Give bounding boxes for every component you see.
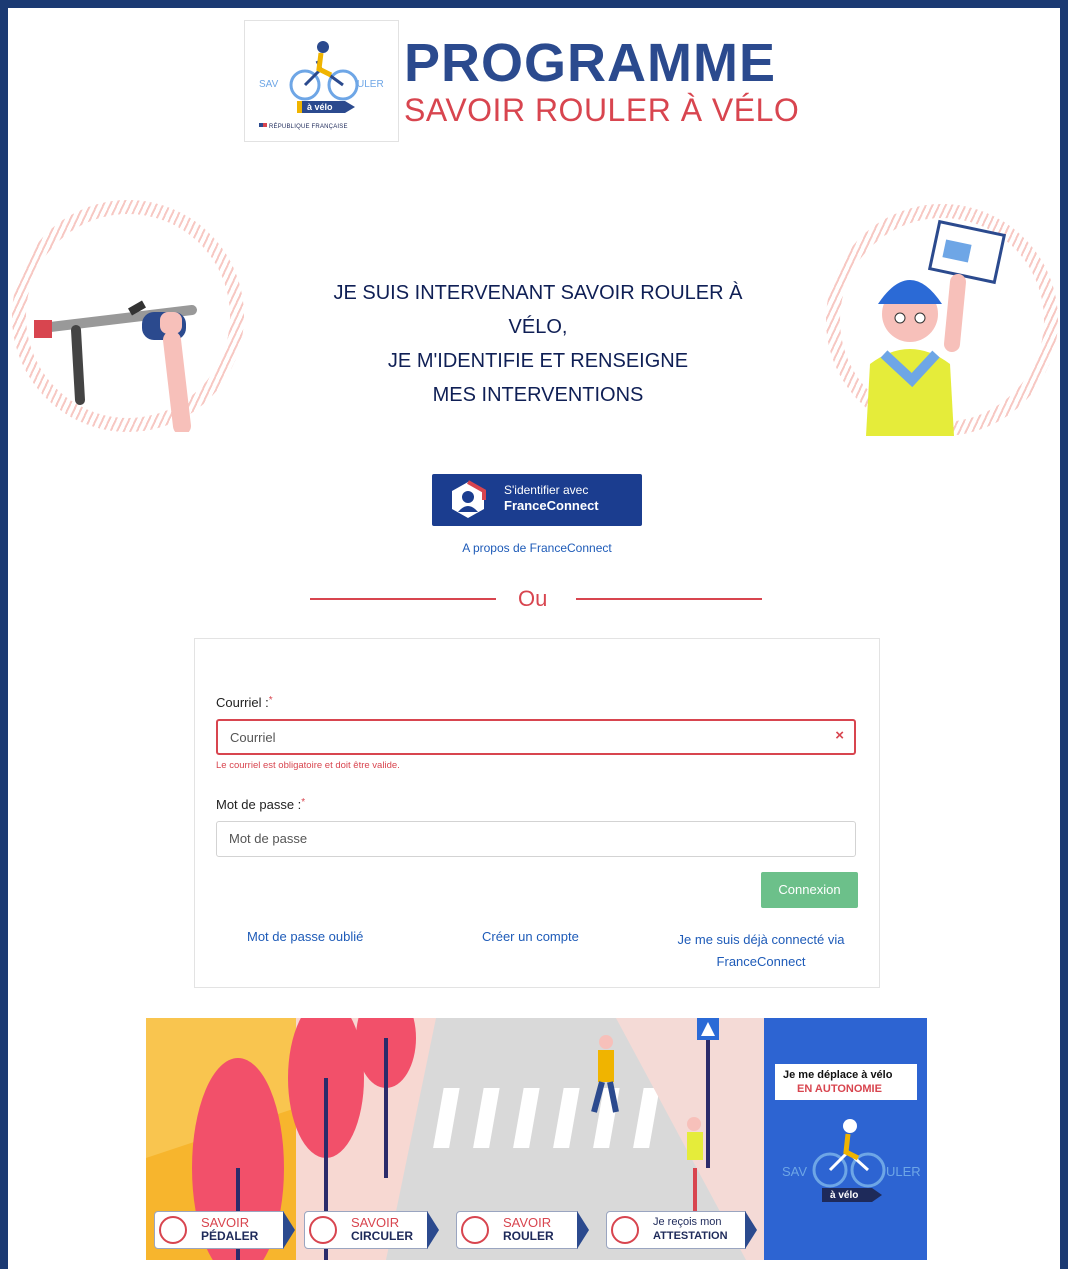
panel-logo-right: ULER	[886, 1164, 921, 1179]
franceconnect-logo-icon	[452, 480, 486, 518]
required-marker: *	[301, 797, 306, 808]
logo-badge: à vélo	[307, 102, 333, 112]
badge-bottom-text: ATTESTATION	[653, 1230, 728, 1242]
page: SAV ULER à vélo RÉPUBLIQUE FRANÇAISE PRO…	[8, 8, 1060, 1269]
already-franceconnect-link[interactable]: Je me suis déjà connecté via FranceConnec…	[655, 929, 867, 973]
logo-republique: RÉPUBLIQUE FRANÇAISE	[269, 124, 348, 130]
cyclist-icon	[309, 1216, 337, 1244]
cyclist-logo-icon	[812, 1119, 886, 1202]
hero-line: VÉLO,	[508, 316, 568, 338]
badge-top-text: SAVOIR	[503, 1215, 552, 1230]
logo-text-left: SAV	[259, 79, 279, 90]
badge-bottom-text: PÉDALER	[201, 1229, 259, 1243]
autonomy-line2: EN AUTONOMIE	[797, 1083, 882, 1095]
franceconnect-button-line2: FranceConnect	[504, 498, 599, 513]
step-badge-attestation: Je reçois mon ATTESTATION	[606, 1211, 757, 1249]
bike-handlebar-icon	[34, 300, 197, 432]
franceconnect-button[interactable]: S'identifier avec FranceConnect	[432, 474, 642, 526]
road-sign-icon	[461, 1216, 489, 1244]
step-badge-rouler: SAVOIR ROULER	[456, 1211, 589, 1249]
separator-right	[576, 598, 762, 600]
certificate-icon	[611, 1216, 639, 1244]
hero-heading: JE SUIS INTERVENANT SAVOIR ROULER À VÉLO…	[278, 276, 798, 412]
page-subtitle: SAVOIR ROULER À VÉLO	[404, 92, 800, 128]
badge-top-text: SAVOIR	[351, 1215, 400, 1230]
create-account-link[interactable]: Créer un compte	[482, 929, 579, 944]
panel-logo-badge: à vélo	[830, 1190, 859, 1201]
separator-text: Ou	[518, 586, 548, 611]
forgot-password-link[interactable]: Mot de passe oublié	[247, 929, 363, 944]
hero-line: MES INTERVENTIONS	[432, 384, 644, 406]
separator-left	[310, 598, 496, 600]
badge-top-text: SAVOIR	[201, 1215, 250, 1230]
instructor-icon	[866, 219, 1007, 436]
email-error-message: Le courriel est obligatoire et doit être…	[216, 760, 400, 771]
badge-bottom-text: CIRCULER	[351, 1229, 413, 1243]
email-field[interactable]	[218, 721, 842, 753]
password-label: Mot de passe :*	[216, 797, 305, 812]
email-label-text: Courriel :	[216, 695, 269, 710]
already-franceconnect-line2: FranceConnect	[716, 954, 806, 969]
no-training-wheels-icon	[159, 1216, 187, 1244]
autonomy-badge: Je me déplace à vélo EN AUTONOMIE	[775, 1064, 917, 1100]
step-badge-circuler: SAVOIR CIRCULER	[304, 1211, 439, 1249]
password-field-wrapper	[216, 821, 856, 857]
required-marker: *	[268, 695, 273, 706]
logo-text-right: ULER	[357, 79, 384, 90]
badge-top-text: Je reçois mon	[653, 1216, 722, 1228]
clear-email-icon[interactable]: ×	[835, 727, 844, 744]
login-form: Courriel :* × Le courriel est obligatoir…	[194, 638, 880, 988]
autonomy-panel: SAV ULER à vélo	[764, 1018, 927, 1260]
hero-line: JE SUIS INTERVENANT SAVOIR ROULER À	[333, 282, 743, 304]
franceconnect-button-line1: S'identifier avec	[504, 483, 589, 497]
badge-bottom-text: ROULER	[503, 1229, 554, 1243]
autonomy-line1: Je me déplace à vélo	[783, 1069, 893, 1081]
password-field[interactable]	[217, 822, 841, 854]
login-button[interactable]: Connexion	[761, 872, 858, 908]
panel-logo-left: SAV	[782, 1164, 808, 1179]
email-label: Courriel :*	[216, 695, 273, 710]
page-title: PROGRAMME	[404, 33, 776, 93]
email-field-wrapper: ×	[216, 719, 856, 755]
about-franceconnect-link[interactable]: A propos de FranceConnect	[432, 541, 642, 555]
handlebar-illustration	[12, 200, 244, 432]
already-franceconnect-line1: Je me suis déjà connecté via	[677, 932, 845, 947]
password-label-text: Mot de passe :	[216, 797, 302, 812]
hero-line: JE M'IDENTIFIE ET RENSEIGNE	[387, 350, 689, 372]
program-logo: SAV ULER à vélo RÉPUBLIQUE FRANÇAISE	[244, 20, 399, 142]
instructor-illustration	[826, 204, 1058, 436]
step-badge-pedaler: SAVOIR PÉDALER	[154, 1211, 295, 1249]
